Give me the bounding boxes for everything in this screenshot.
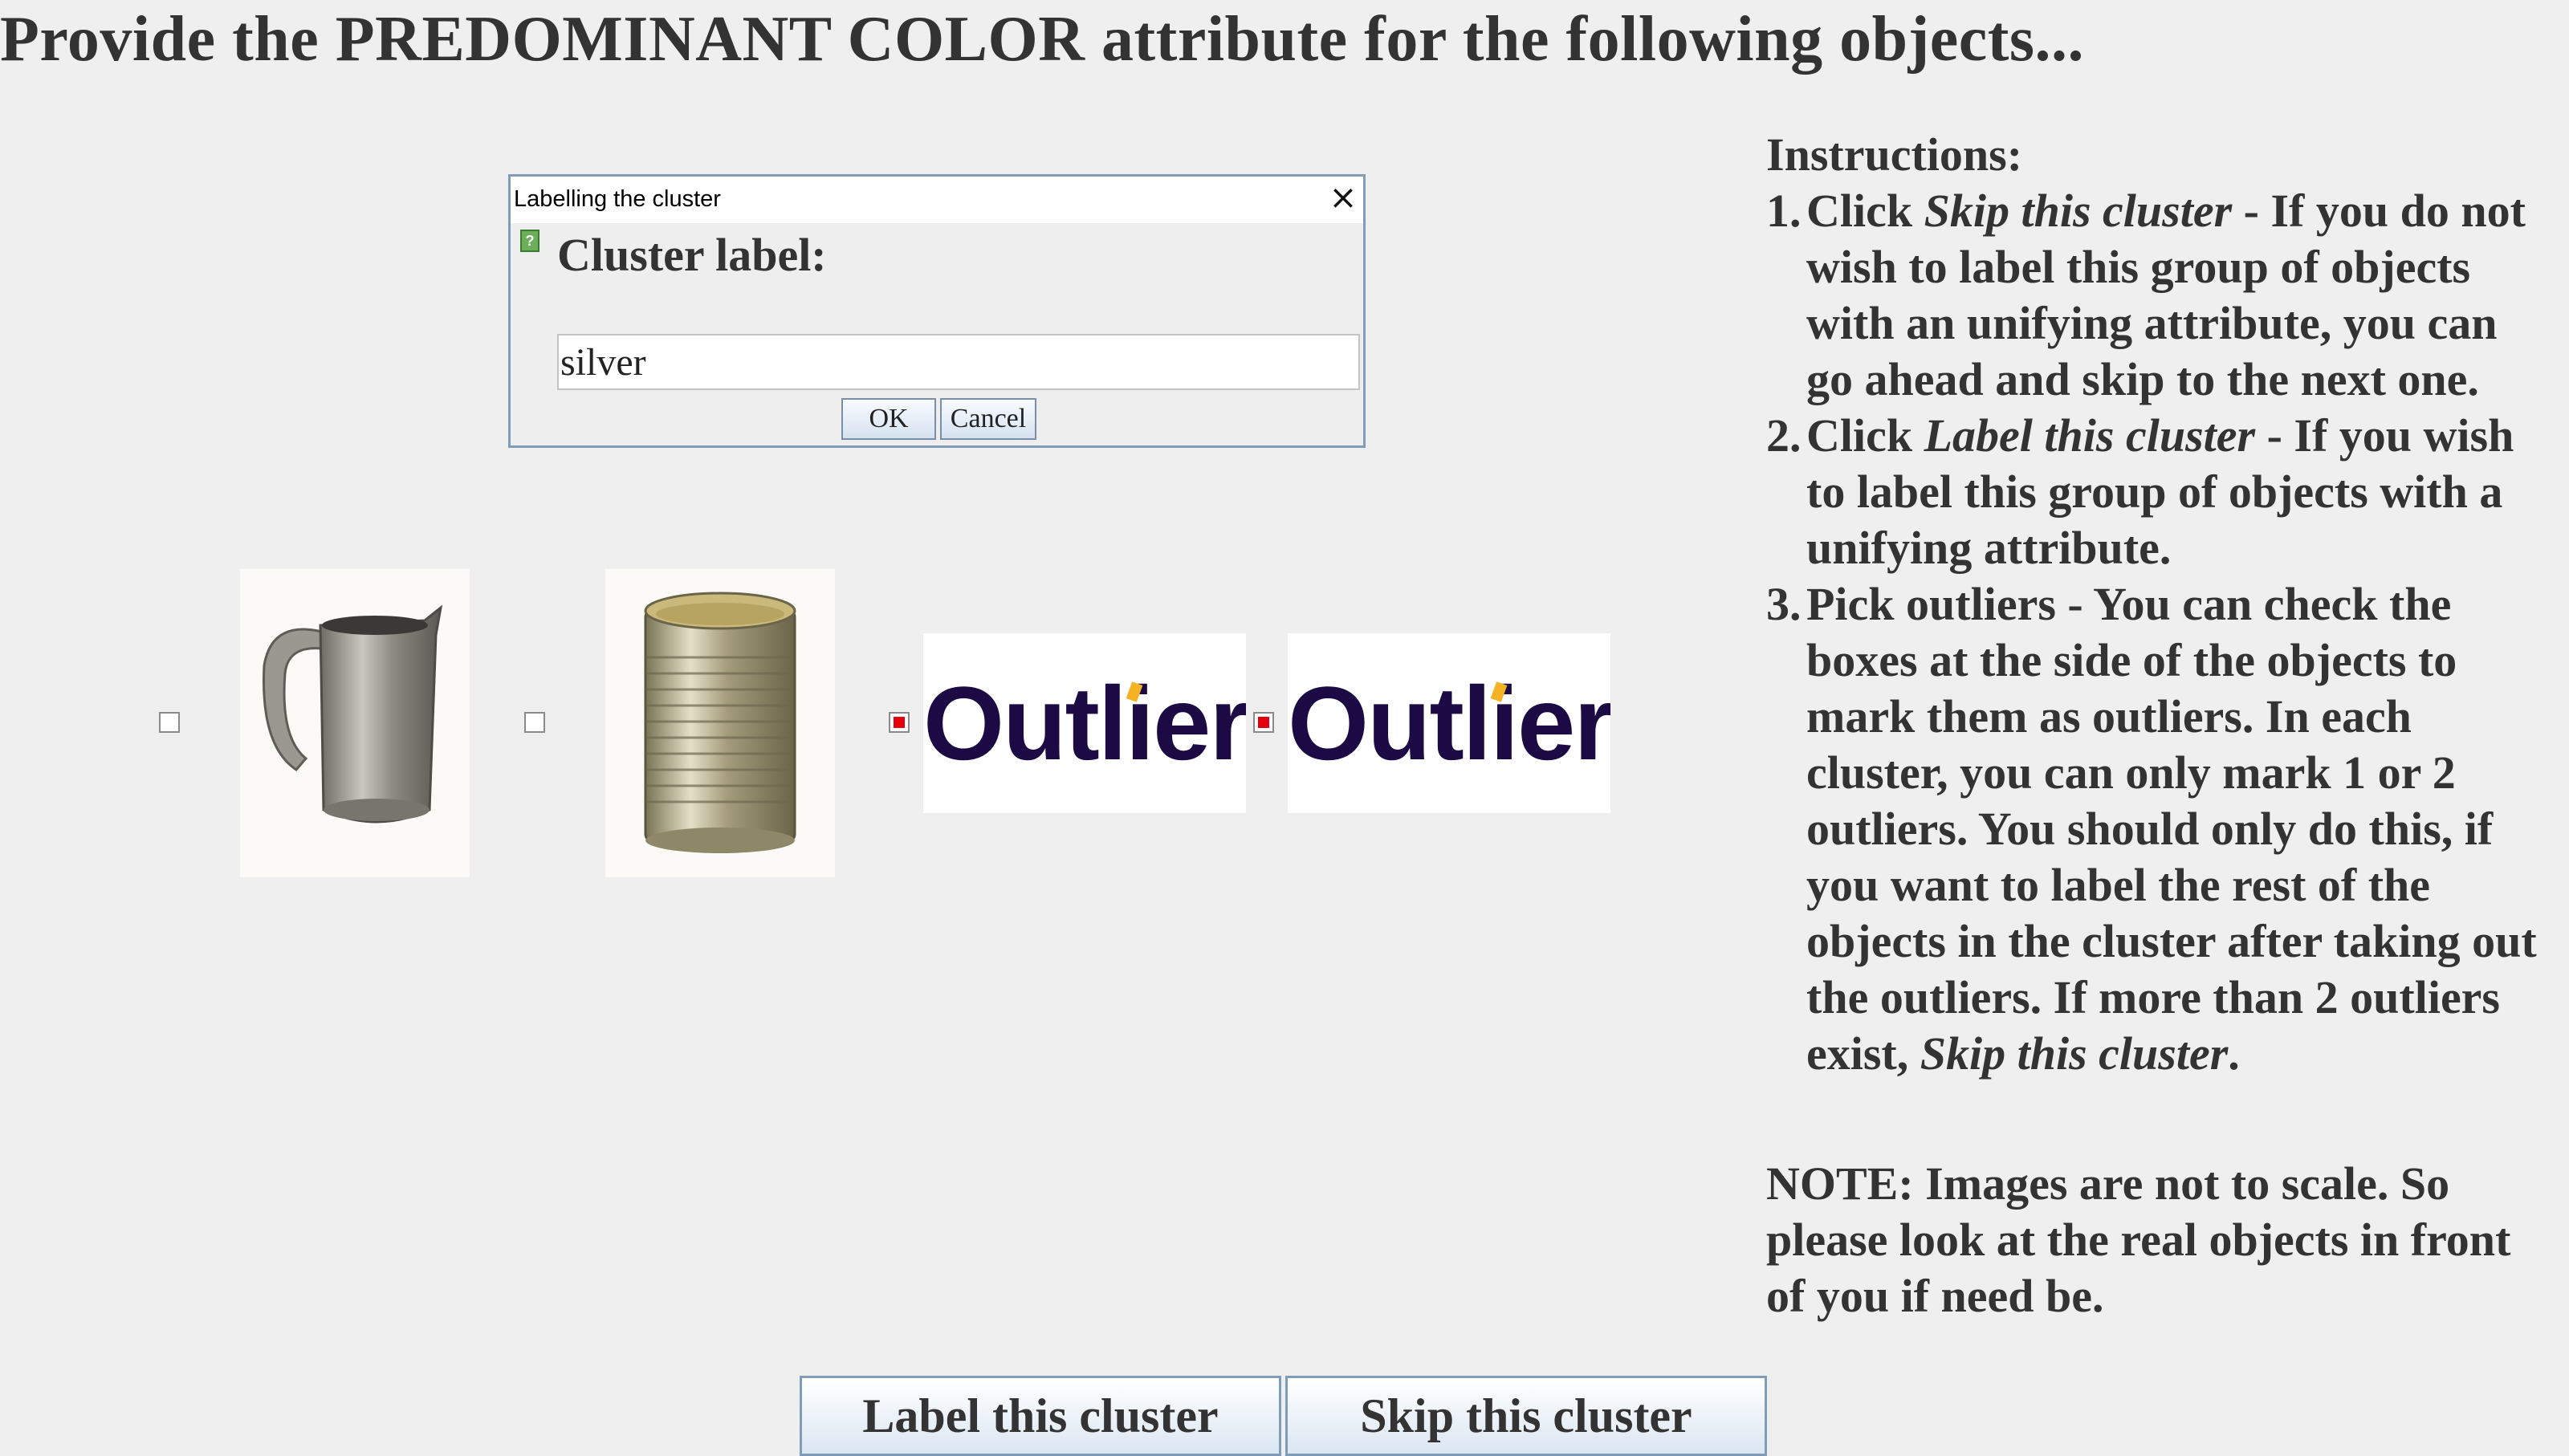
metal-pitcher-image [240,569,470,877]
dialog-titlebar[interactable]: Labelling the cluster × [511,177,1363,223]
ok-button[interactable]: OK [841,398,936,440]
cluster-label-heading: Cluster label: [557,229,827,281]
outlier-text: Outlier [923,665,1246,782]
instructions-heading: Instructions: [1766,128,2023,181]
outlier-checkbox-4[interactable] [1253,712,1274,733]
instruction-number: 3. [1766,578,1802,630]
instruction-number: 1. [1766,185,1802,237]
instruction-item-2: 2. Click Label this cluster - If you wish… [1766,408,2553,576]
page-title: Provide the PREDOMINANT COLOR attribute … [0,4,2085,75]
instruction-emphasis: Skip this cluster [1924,185,2233,237]
instruction-item-1: 1. Click Skip this cluster - If you do no… [1766,183,2553,408]
cluster-label-input[interactable] [557,334,1360,390]
outlier-checkbox-2[interactable] [524,712,545,733]
tin-can-icon [644,592,796,853]
instruction-emphasis: Label this cluster [1924,409,2256,462]
outlier-image-2: Outlier [1288,633,1610,813]
outlier-image-1: Outlier [923,633,1246,813]
instructions-panel: Instructions: 1. Click Skip this cluster … [1766,127,2553,1082]
question-icon: ? [520,230,539,252]
note-text: NOTE: Images are not to scale. So please… [1766,1157,2511,1322]
instruction-emphasis: Skip this cluster [1920,1027,2229,1080]
outlier-checkbox-3[interactable] [889,712,910,733]
close-icon[interactable]: × [1325,180,1361,215]
tin-can-image [605,569,835,877]
dialog-title: Labelling the cluster [514,186,721,212]
label-cluster-button[interactable]: Label this cluster [800,1376,1281,1456]
instruction-lead: Click [1806,409,1924,462]
instruction-item-3: 3. Pick outliers - You can check the boxe… [1766,576,2553,1082]
outlier-text: Outlier [1288,665,1610,782]
instruction-lead: Pick outliers - You can check the boxes … [1806,578,2537,1080]
instruction-lead: Click [1806,185,1924,237]
instruction-rest: . [2228,1027,2240,1080]
outlier-checkbox-1[interactable] [159,712,180,733]
label-dialog: Labelling the cluster × ? Cluster label:… [508,174,1366,448]
instruction-number: 2. [1766,409,1802,462]
cancel-button[interactable]: Cancel [940,398,1036,440]
metal-pitcher-icon [263,604,443,824]
skip-cluster-button[interactable]: Skip this cluster [1285,1376,1767,1456]
